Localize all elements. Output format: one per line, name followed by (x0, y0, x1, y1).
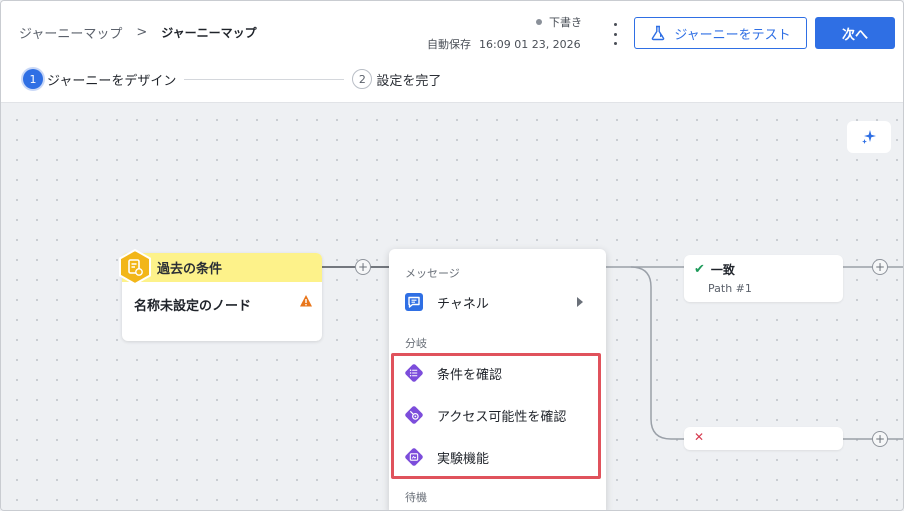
journey-node[interactable]: 過去の条件 名称未設定のノード (119, 249, 322, 341)
more-options-icon[interactable] (610, 23, 620, 45)
menu-section-branch: 分岐 (405, 337, 427, 350)
next-button[interactable]: 次へ (815, 17, 895, 49)
step-label: 設定を完了 (376, 73, 442, 89)
test-journey-label: ジャーニーをテスト (674, 27, 791, 43)
step-number: 1 (23, 69, 43, 89)
menu-item-channel[interactable]: チャネル (403, 291, 489, 313)
warning-icon (300, 295, 312, 307)
path-no-match[interactable]: ✕ (684, 427, 843, 450)
breadcrumb-separator: > (136, 25, 148, 40)
add-node-plus-icon[interactable]: + (355, 259, 371, 275)
status-badge: 下書き (536, 14, 582, 30)
path-match-label: 一致 (710, 263, 735, 277)
step-complete-settings[interactable]: 2 設定を完了 (352, 69, 441, 89)
autosave-label: 自動保存 (427, 38, 471, 51)
breadcrumb-root[interactable]: ジャーニーマップ (19, 23, 122, 42)
menu-section-wait: 待機 (405, 491, 427, 504)
step-design[interactable]: 1 ジャーニーをデザイン (23, 69, 176, 89)
autosave-info: 自動保存 16:09 01 23, 2026 (427, 36, 589, 52)
ai-assist-button[interactable] (847, 121, 891, 153)
menu-section-message: メッセージ (405, 267, 460, 280)
check-icon: ✔ (694, 262, 705, 277)
channel-icon (403, 291, 425, 313)
path-match[interactable]: ✔ 一致 Path #1 (684, 255, 843, 302)
highlight-annotation (391, 353, 601, 479)
menu-item-label: チャネル (437, 296, 489, 312)
history-condition-icon (119, 249, 151, 285)
status-dot-icon (536, 19, 542, 25)
step-number: 2 (352, 69, 373, 89)
node-type-label: 過去の条件 (122, 253, 322, 282)
add-node-plus-icon[interactable]: + (872, 431, 888, 447)
path-match-sub: Path #1 (708, 282, 752, 295)
close-icon: ✕ (694, 430, 705, 444)
stepper: 1 ジャーニーをデザイン 2 設定を完了 (23, 68, 441, 90)
sparkle-icon (862, 130, 876, 144)
node-title: 名称未設定のノード (134, 299, 252, 314)
flask-icon (651, 25, 665, 41)
add-node-plus-icon[interactable]: + (872, 259, 888, 275)
header: ジャーニーマップ > ジャーニーマップ 下書き 自動保存 16:09 01 23,… (1, 1, 903, 103)
step-label: ジャーニーをデザイン (47, 73, 177, 89)
step-connector (184, 78, 345, 80)
breadcrumb: ジャーニーマップ > ジャーニーマップ (19, 23, 257, 42)
path-match-title: ✔ 一致 (694, 261, 735, 278)
test-journey-button[interactable]: ジャーニーをテスト (634, 17, 807, 49)
autosave-time: 16:09 01 23, 2026 (479, 38, 581, 51)
chevron-right-icon (577, 297, 583, 307)
status-label: 下書き (549, 16, 582, 29)
breadcrumb-current: ジャーニーマップ (161, 26, 257, 40)
app-frame: ジャーニーマップ > ジャーニーマップ 下書き 自動保存 16:09 01 23,… (0, 0, 904, 511)
